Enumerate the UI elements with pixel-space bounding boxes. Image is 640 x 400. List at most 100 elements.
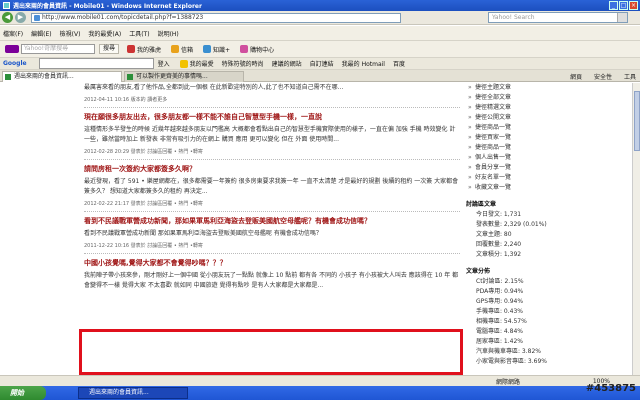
sidebar-link[interactable]: 捷徑全部文章 <box>466 93 632 103</box>
sidebar-links: 捷徑主題文章 捷徑全部文章 捷徑精選文章 捷徑公開文章 捷徑商品一覽 捷徑買家一… <box>466 83 632 193</box>
command-bar: 網頁 安全性 工具 <box>560 72 636 81</box>
dist-item: 居家專區: 1.42% <box>476 338 523 345</box>
google-item-favorites[interactable]: 我的最愛 <box>190 59 214 68</box>
menu-bar: 檔案(F) 編輯(E) 檢視(V) 我的最愛(A) 工具(T) 說明(H) <box>0 26 640 41</box>
vertical-scrollbar[interactable] <box>632 83 640 375</box>
yahoo-search-button[interactable]: 搜尋 <box>99 44 120 54</box>
cmd-tools[interactable]: 工具 <box>624 74 636 81</box>
article-title-1[interactable]: 現在願很多朋友出去，很多朋友都一樣不能不誰自己智慧型手機一樣，一直說 <box>84 112 460 122</box>
highlight-box <box>79 329 463 375</box>
yahoo-item-knowledge[interactable]: 知識+ <box>213 45 230 54</box>
back-icon[interactable]: ◀ <box>2 12 13 23</box>
stat-item: 發表數量: 2,329 (0.01%) <box>476 221 547 228</box>
dist-item: PDA專用: 0.94% <box>476 288 524 295</box>
divider <box>84 253 460 254</box>
search-placeholder: Yahoo! Search <box>492 14 535 21</box>
yahoo-logo-icon[interactable] <box>5 45 19 53</box>
article-text-4: 我前陣子帶小孩來參，剛才剛好上一個中國 從小朋友玩了一點點 就像上 10 點前 … <box>84 272 459 289</box>
window-controls: _ □ × <box>609 1 638 10</box>
cmd-security[interactable]: 安全性 <box>594 74 612 81</box>
dist-item: 汽車與機車專區: 3.82% <box>476 348 541 355</box>
google-item-baidu[interactable]: 百度 <box>393 59 405 68</box>
article-meta-3: 2011-12-22 10:16 發表於 討論區回覆 • 熱門 •轉寄 <box>84 243 203 249</box>
window-title: 週出來兩的會員資訊 - Mobile01 - Windows Internet … <box>13 3 202 10</box>
sidebar-link[interactable]: 會員分享一覽 <box>466 163 632 173</box>
page-content: 最厲害來看的朋友,看了他作品,全都到此一個根 在此新歡迎特別的人,此了也不知道自… <box>0 83 632 375</box>
google-item-special[interactable]: 特殊符號的時尚 <box>222 59 264 68</box>
sidebar-link[interactable]: 收藏文章一覽 <box>466 183 632 193</box>
browser-window: 週出來兩的會員資訊 - Mobile01 - Windows Internet … <box>0 0 640 400</box>
menu-view[interactable]: 檢視(V) <box>60 29 81 38</box>
forward-icon[interactable]: ▶ <box>15 12 26 23</box>
divider <box>84 211 460 212</box>
article-meta-1: 2012-02-28 20:29 發表於 討論區回覆 • 熱門 •轉寄 <box>84 149 203 155</box>
shopping-icon <box>240 45 249 53</box>
ie-icon <box>3 2 10 9</box>
mail-icon <box>127 45 136 53</box>
divider <box>84 107 460 108</box>
sidebar-link[interactable]: 捷徑公開文章 <box>466 113 632 123</box>
scrollbar-thumb[interactable] <box>634 91 640 151</box>
dist-item: 電腦專區: 4.84% <box>476 328 523 335</box>
sidebar-link[interactable]: 捷徑商品一覽 <box>466 143 632 153</box>
sidebar: 捷徑主題文章 捷徑全部文章 捷徑精選文章 捷徑公開文章 捷徑商品一覽 捷徑買家一… <box>466 83 632 367</box>
sidebar-link[interactable]: 個人出售一覽 <box>466 153 632 163</box>
article-list: 最厲害來看的朋友,看了他作品,全都到此一個根 在此新歡迎特別的人,此了也不知道自… <box>84 83 460 291</box>
taskbar-item[interactable]: 週出來兩的會員資訊... <box>78 387 188 399</box>
dist-item: 手機專區: 0.43% <box>476 308 523 315</box>
tab-second[interactable]: 可以製作更齊美的事情嗎... <box>124 71 244 82</box>
article-meta-2: 2012-02-22 21:17 發表於 討論區回覆 • 熱門 •轉寄 <box>84 201 203 207</box>
knowledge-icon <box>203 45 212 53</box>
tab-current[interactable]: 週出來兩的會員資訊... <box>2 71 122 82</box>
sidebar-link[interactable]: 捷徑商品一覽 <box>466 123 632 133</box>
close-icon[interactable]: × <box>629 1 638 10</box>
internet-zone: 網際網路 <box>496 378 521 386</box>
sidebar-link[interactable]: 捷徑主題文章 <box>466 83 632 93</box>
google-label: Google <box>3 60 27 67</box>
article-text-2: 最近發現，看了 591 • 樂屋網都在，很多都需要一年簽約 很多房東要求我簽一年… <box>84 178 459 195</box>
divider <box>84 159 460 160</box>
article-title-2[interactable]: 請問房租一次簽約大家都簽多久啊？ <box>84 164 460 174</box>
search-icon[interactable] <box>617 13 627 22</box>
article-text-3: 看到不民議戰軍營成功新聞 那如果軍馬利亞海盜去登販美國航空母艦呢 有機會成功信嗎… <box>84 230 322 237</box>
menu-file[interactable]: 檔案(F) <box>3 29 23 38</box>
dist-item: 小家電與影音專區: 3.69% <box>476 358 547 365</box>
start-button[interactable]: 開始 <box>0 386 46 400</box>
url-field[interactable]: http://www.mobile01.com/topicdetail.php?… <box>31 12 401 23</box>
stats-header: 討論區文章 <box>466 201 497 208</box>
google-item-custom[interactable]: 自訂連結 <box>310 59 334 68</box>
cmd-page[interactable]: 網頁 <box>570 74 582 81</box>
stat-item: 今日發文: 1,731 <box>476 211 522 218</box>
stat-item: 回覆數量: 2,240 <box>476 241 522 248</box>
maximize-icon[interactable]: □ <box>619 1 628 10</box>
title-bar: 週出來兩的會員資訊 - Mobile01 - Windows Internet … <box>0 0 640 11</box>
google-item-suggested[interactable]: 建議的網站 <box>272 59 302 68</box>
yahoo-search-input[interactable]: Yahoo!奇摩搜尋 <box>21 44 95 54</box>
article-title-3[interactable]: 看到不民議戰軍營成功新聞，那如果軍馬利亞海盜去登販美國航空母艦呢？有機會成功信嗎… <box>84 216 460 226</box>
google-search-input[interactable] <box>38 58 154 69</box>
google-item-login[interactable]: 登入 <box>158 59 170 68</box>
yahoo-item-my[interactable]: 我的雅虎 <box>137 45 161 54</box>
envelope-icon <box>171 45 180 53</box>
stat-item: 文章積分: 1,392 <box>476 251 522 258</box>
sidebar-link[interactable]: 好友名單一覽 <box>466 173 632 183</box>
watermark: #453875 <box>585 383 636 394</box>
yahoo-toolbar: Yahoo!奇摩搜尋 搜尋 我的雅虎 信箱 知識+ 購物中心 <box>0 41 640 58</box>
sidebar-link[interactable]: 捷徑買家一覽 <box>466 133 632 143</box>
yahoo-item-shopping[interactable]: 購物中心 <box>250 45 274 54</box>
stat-item: 文章主題: 80 <box>476 231 512 238</box>
article-title-4[interactable]: 中國小孩覺嗎,覺得大家都不會覺得吵嗎？？？ <box>84 258 460 268</box>
google-item-hotmail[interactable]: 我最的 Hotmail <box>342 59 385 68</box>
sidebar-link[interactable]: 捷徑精選文章 <box>466 103 632 113</box>
menu-favorites[interactable]: 我的最愛(A) <box>88 29 121 38</box>
intro-meta: 2012-04-11 10:16 版本的 讀者更多 <box>84 97 168 103</box>
dist-item: 相機專區: 54.57% <box>476 318 527 325</box>
distribution-header: 文章分佈 <box>466 268 491 275</box>
menu-edit[interactable]: 編輯(E) <box>31 29 51 38</box>
menu-help[interactable]: 說明(H) <box>158 29 179 38</box>
search-box[interactable]: Yahoo! Search <box>488 12 628 23</box>
yahoo-item-mail[interactable]: 信箱 <box>181 45 193 54</box>
minimize-icon[interactable]: _ <box>609 1 618 10</box>
menu-tools[interactable]: 工具(T) <box>129 29 149 38</box>
dist-item: Ct討論區: 2.15% <box>476 278 524 285</box>
